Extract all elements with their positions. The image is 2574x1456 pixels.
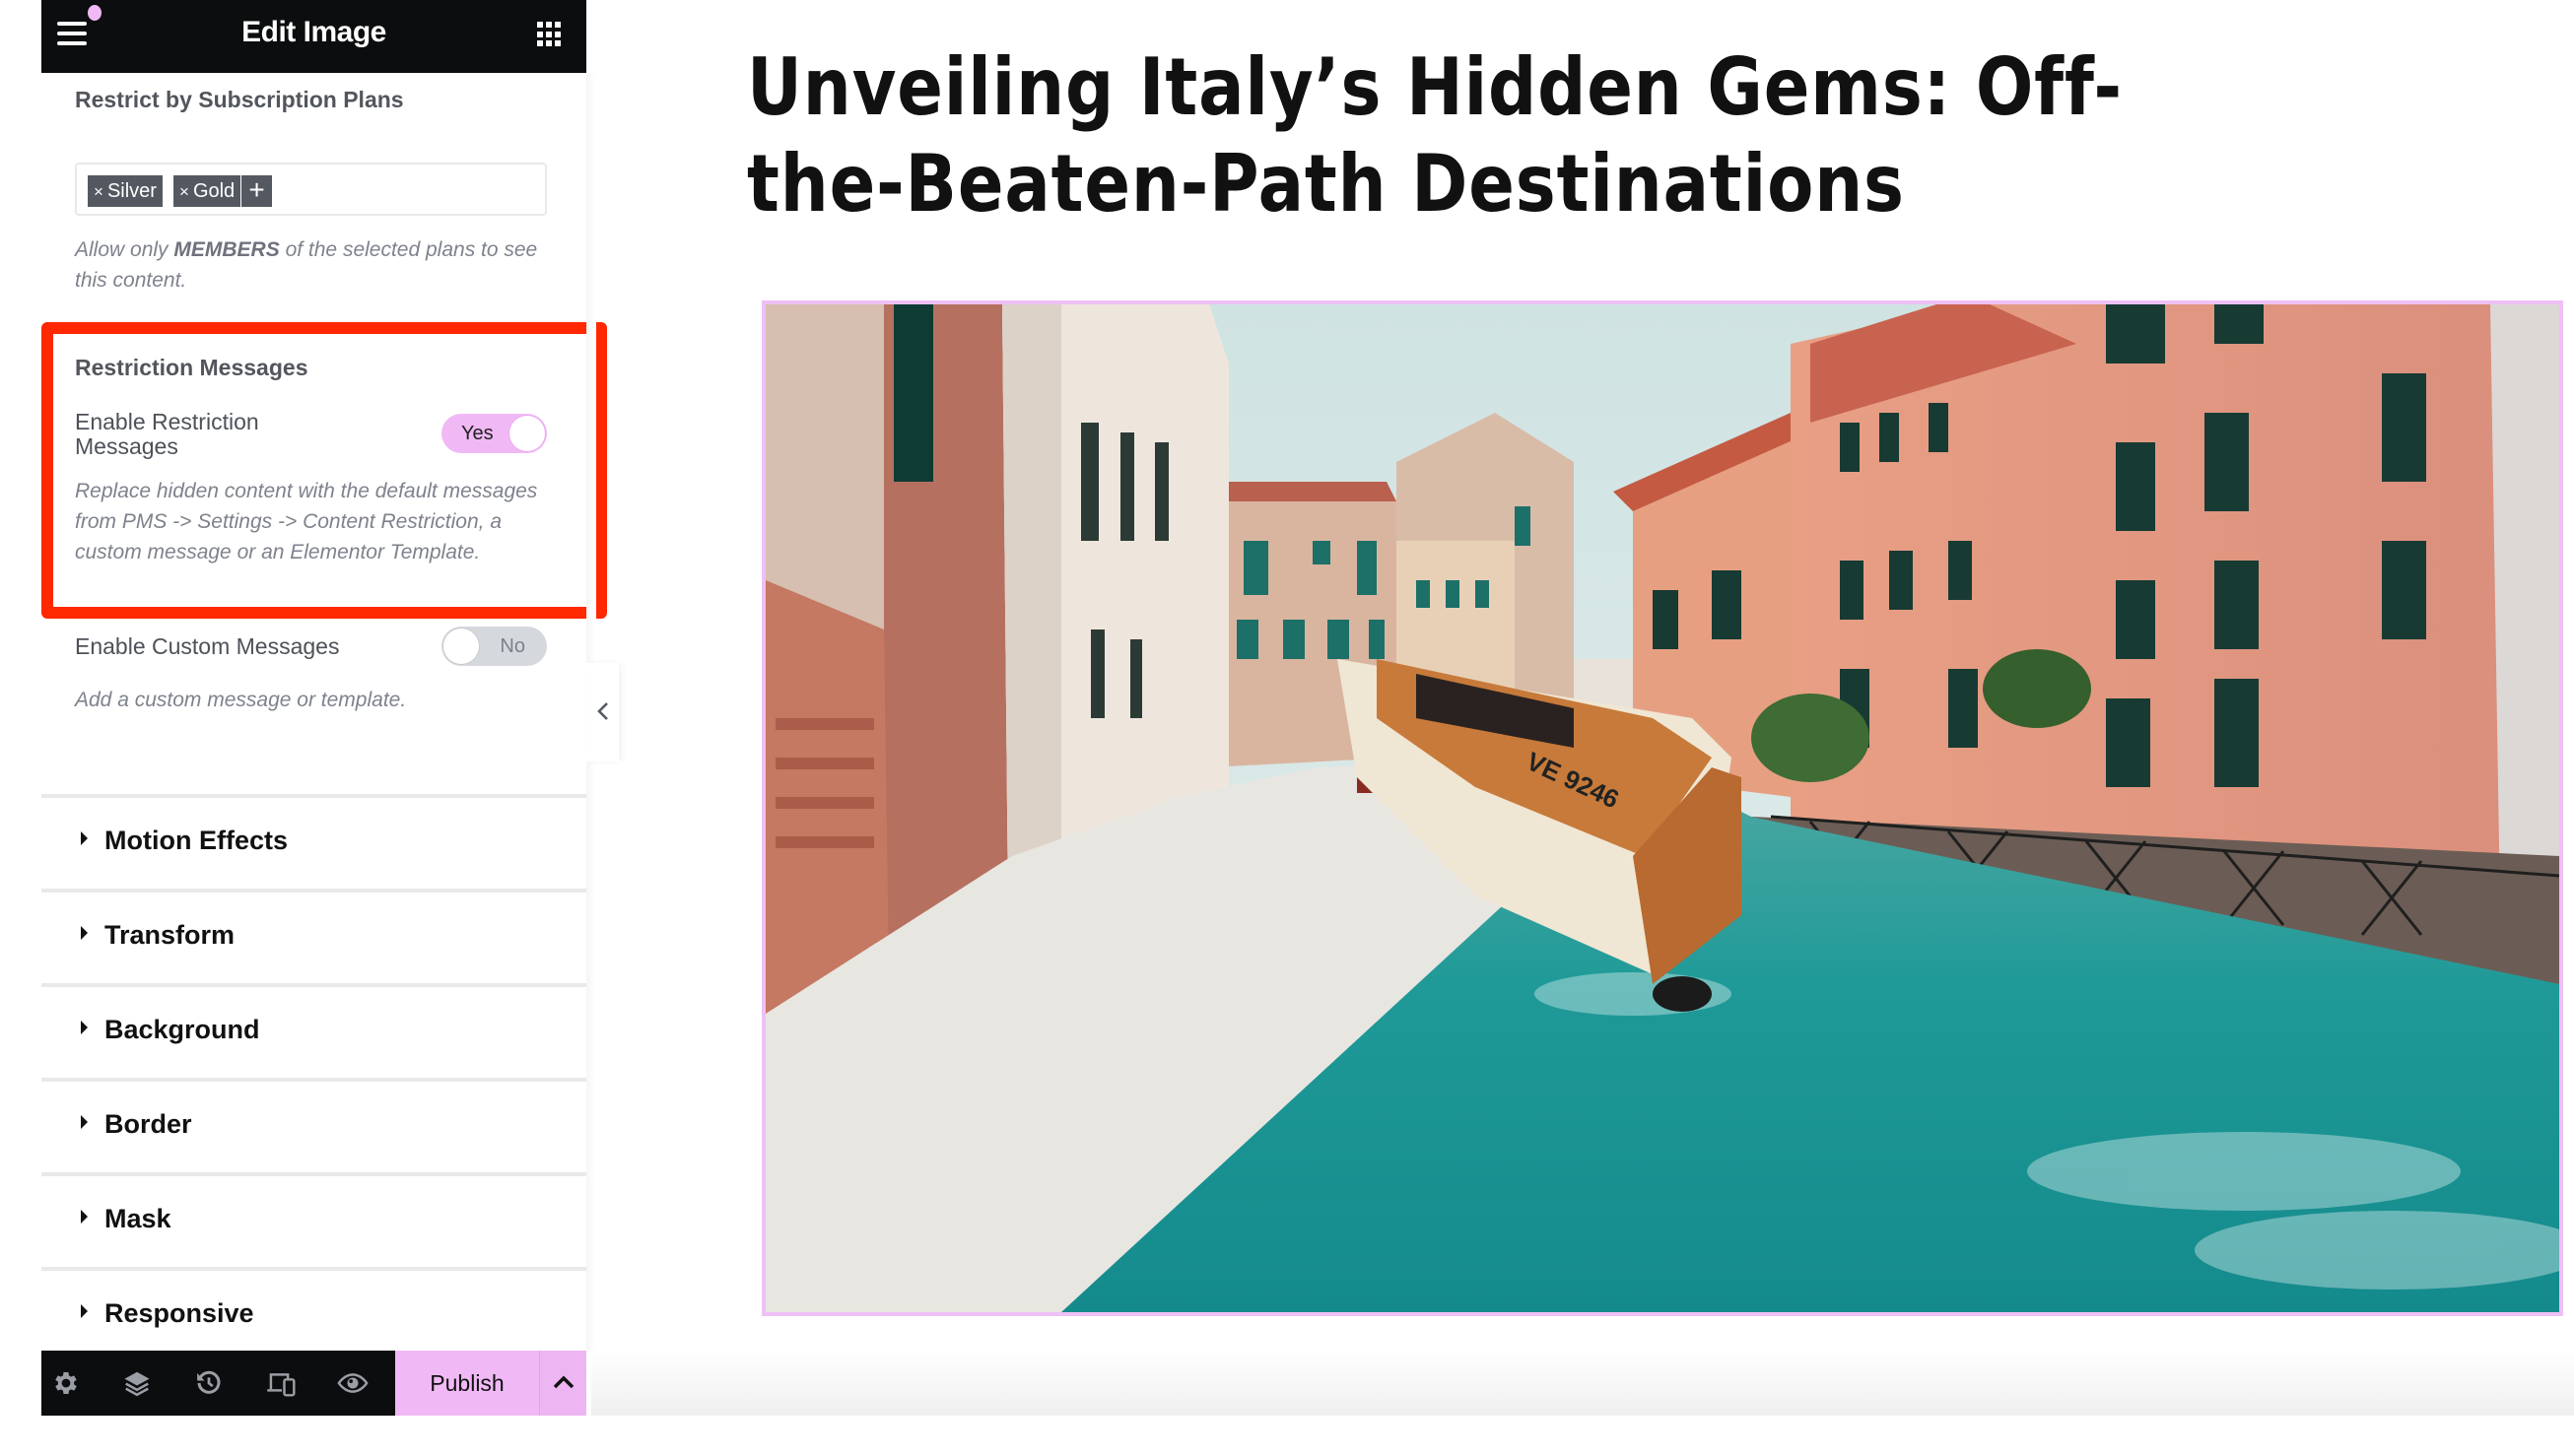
- remove-tag-icon[interactable]: ×: [179, 182, 189, 201]
- help-text-bold: MEMBERS: [173, 238, 280, 261]
- canvas-bottom-fade: [591, 1350, 2574, 1416]
- help-text-prefix: Allow only: [75, 238, 174, 261]
- section-border[interactable]: Border: [41, 1078, 586, 1166]
- toggle-state-label: No: [500, 635, 525, 657]
- history-icon[interactable]: [194, 1368, 226, 1398]
- panel-footer-toolbar: Publish: [41, 1351, 586, 1416]
- section-label: Transform: [104, 920, 236, 950]
- chevron-up-icon: [553, 1375, 575, 1389]
- section-label: Motion Effects: [104, 826, 288, 855]
- toggle-knob: [443, 629, 479, 664]
- plan-tag-label: Gold: [192, 180, 236, 202]
- section-label: Border: [104, 1109, 192, 1139]
- section-mask[interactable]: Mask: [41, 1172, 586, 1261]
- enable-custom-messages-label: Enable Custom Messages: [75, 633, 340, 659]
- caret-right-icon: [81, 1210, 88, 1224]
- section-transform[interactable]: Transform: [41, 889, 586, 977]
- post-title: Unveiling Italy’s Hidden Gems: Off-the-B…: [747, 41, 2123, 230]
- plan-tag-silver: × Silver: [88, 175, 163, 207]
- section-motion-effects[interactable]: Motion Effects: [41, 794, 586, 883]
- page-bottom-area: [0, 1416, 2574, 1456]
- panel-title: Edit Image: [241, 16, 386, 48]
- layers-navigator-icon[interactable]: [122, 1368, 154, 1398]
- section-label: Background: [104, 1015, 260, 1044]
- responsive-mode-icon[interactable]: [266, 1368, 298, 1398]
- publish-button[interactable]: Publish: [395, 1351, 539, 1416]
- section-label: Responsive: [104, 1298, 254, 1328]
- toggle-state-label: Yes: [461, 423, 494, 444]
- section-background[interactable]: Background: [41, 983, 586, 1072]
- add-plan-button[interactable]: +: [241, 175, 272, 207]
- plan-tag-label: Silver: [106, 180, 157, 202]
- section-responsive[interactable]: Responsive: [41, 1267, 586, 1356]
- caret-right-icon: [81, 831, 88, 845]
- enable-custom-messages-toggle[interactable]: No: [441, 627, 547, 666]
- restrict-plans-help: Allow only MEMBERS of the selected plans…: [75, 234, 538, 296]
- restrict-plans-heading: Restrict by Subscription Plans: [75, 87, 404, 112]
- caret-right-icon: [81, 1021, 88, 1034]
- collapse-panel-handle[interactable]: [586, 663, 619, 761]
- caret-right-icon: [81, 926, 88, 940]
- caret-right-icon: [81, 1304, 88, 1318]
- panel-header: Edit Image: [41, 0, 586, 73]
- restriction-messages-heading: Restriction Messages: [75, 355, 308, 380]
- enable-restriction-messages-label: Enable Restriction Messages: [75, 409, 259, 459]
- restriction-messages-help: Replace hidden content with the default …: [75, 480, 538, 563]
- section-label: Mask: [104, 1204, 171, 1233]
- featured-image[interactable]: VE 9246: [762, 300, 2563, 1316]
- enable-restriction-messages-toggle[interactable]: Yes: [441, 414, 547, 453]
- preview-eye-icon[interactable]: [337, 1368, 369, 1398]
- plan-tag-gold: × Gold: [173, 175, 241, 207]
- editor-panel: Edit Image Restrict by Subscription Plan…: [41, 0, 607, 1416]
- chevron-left-icon: [597, 702, 608, 720]
- grid-apps-icon[interactable]: [537, 22, 561, 47]
- venice-canal-photo: VE 9246: [766, 304, 2559, 1312]
- toggle-knob: [509, 416, 545, 451]
- custom-messages-help: Add a custom message or template.: [75, 689, 407, 711]
- subscription-plans-select[interactable]: × Silver × Gold +: [75, 163, 547, 216]
- caret-right-icon: [81, 1115, 88, 1129]
- remove-tag-icon[interactable]: ×: [94, 182, 103, 201]
- settings-gear-icon[interactable]: [51, 1368, 83, 1398]
- publish-options-button[interactable]: [539, 1351, 586, 1416]
